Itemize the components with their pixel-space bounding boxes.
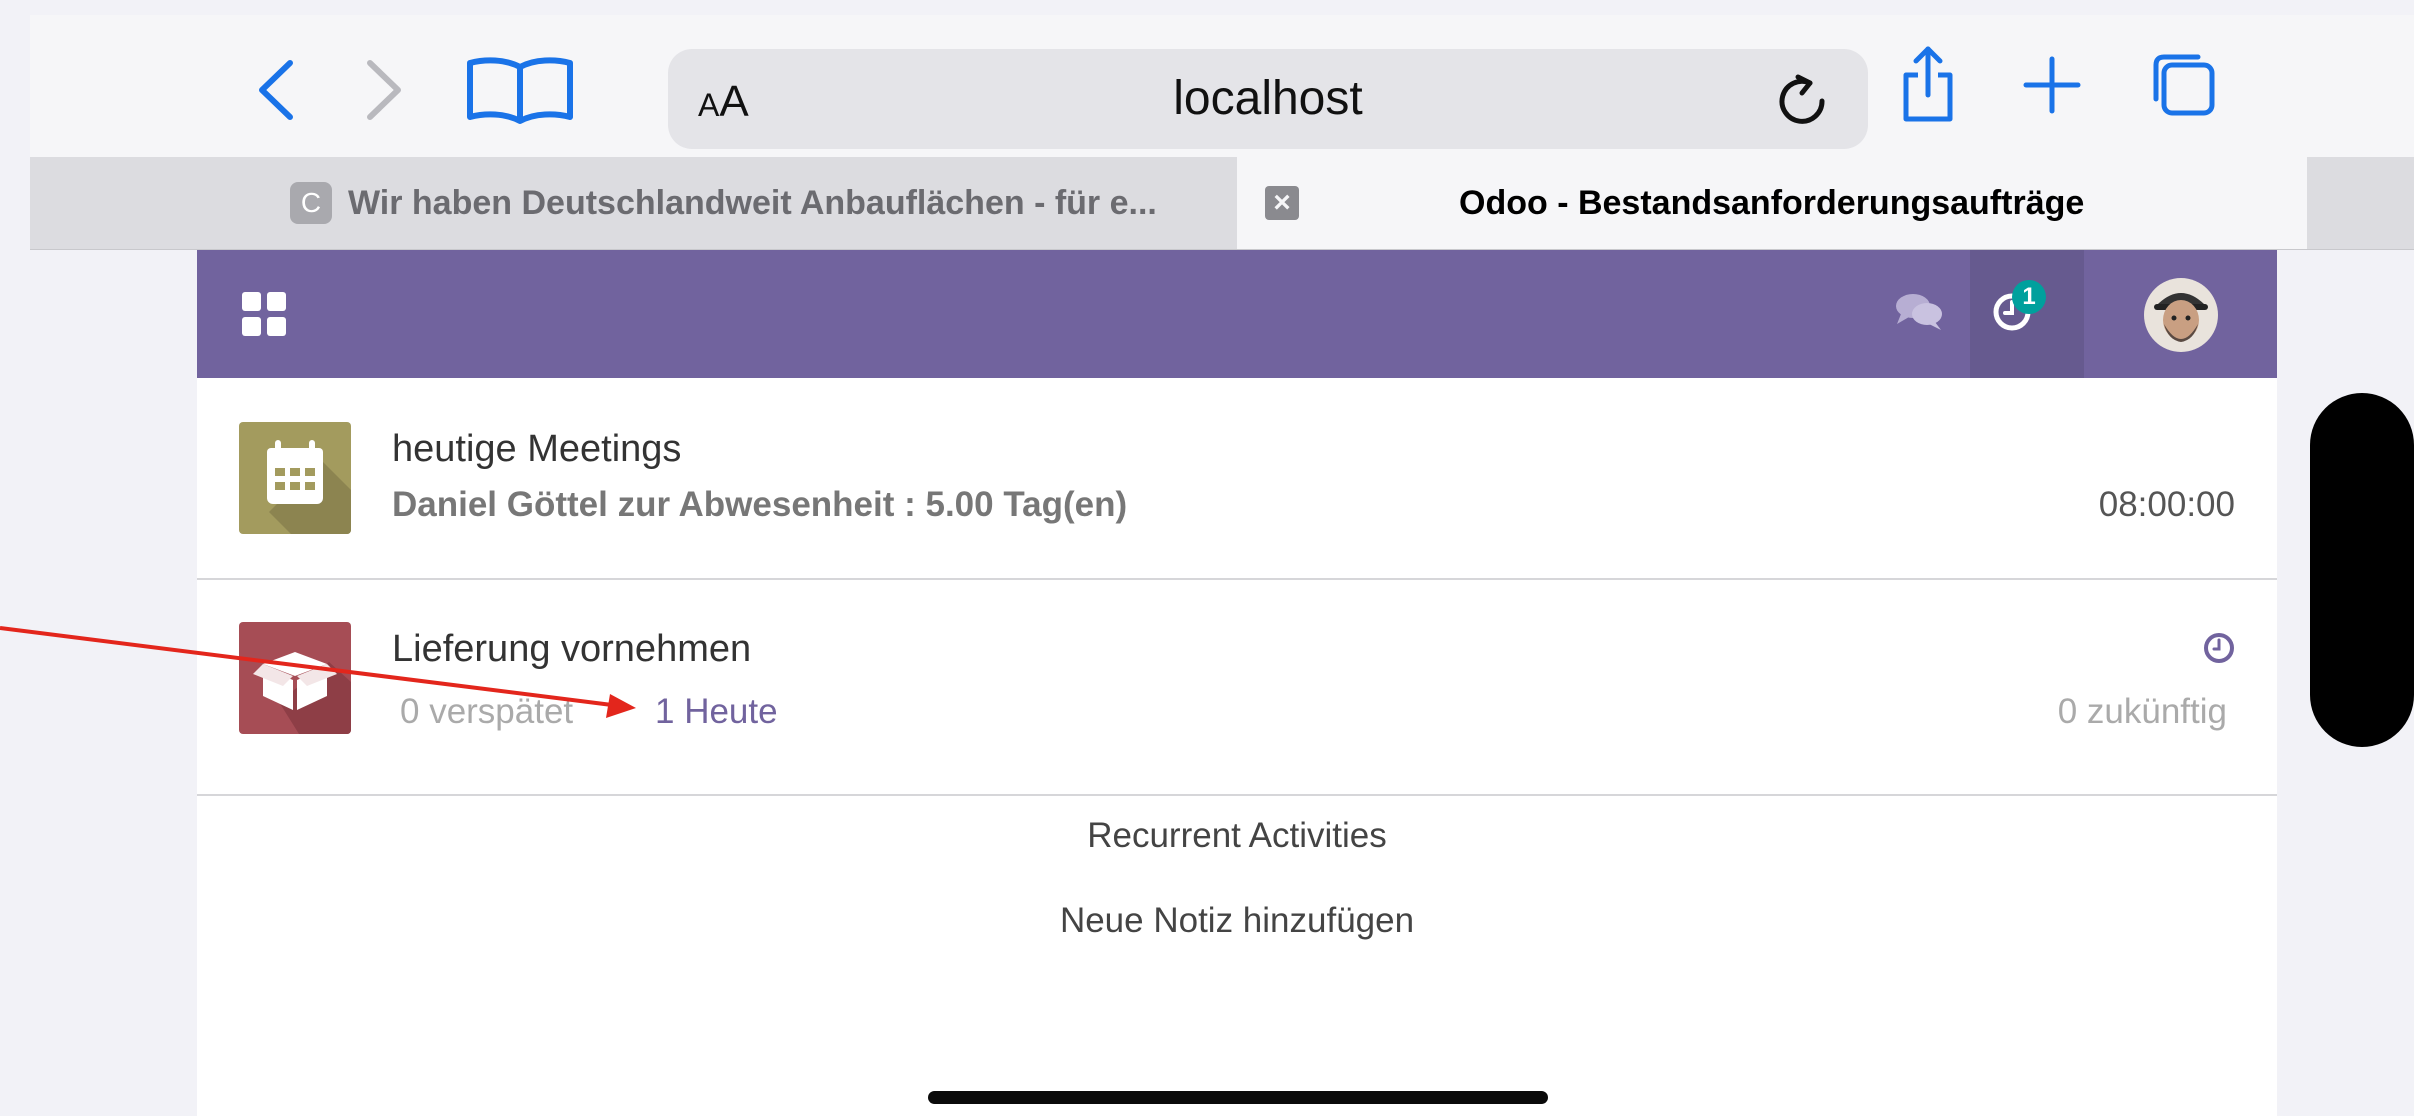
apps-menu-button[interactable] (242, 292, 286, 341)
back-button[interactable] (250, 55, 300, 125)
user-avatar[interactable] (2144, 278, 2218, 352)
bookmarks-button[interactable] (460, 53, 580, 125)
chevron-left-icon (259, 60, 293, 120)
recurrent-activities-link[interactable]: Recurrent Activities (197, 816, 2277, 856)
avatar-image (2144, 278, 2218, 352)
side-overlay-pill (2310, 393, 2414, 747)
tab-title: Wir haben Deutschlandweit Anbauflächen -… (348, 183, 1157, 222)
odoo-navbar: 1 (197, 250, 2277, 378)
tab-bar: C Wir haben Deutschlandweit Anbauflächen… (30, 157, 2414, 250)
reload-button[interactable] (1776, 73, 1828, 134)
activity-item-meetings[interactable]: heutige Meetings Daniel Göttel zur Abwes… (197, 378, 2277, 580)
calendar-icon (239, 422, 351, 534)
browser-toolbar: AA localhost (30, 15, 2414, 157)
chat-icon (1896, 294, 1942, 330)
box-icon (239, 622, 351, 734)
tab-active[interactable]: × Odoo - Bestandsanforderungsaufträge (1237, 157, 2307, 249)
reload-icon (1779, 74, 1825, 124)
activity-title: Lieferung vornehmen (392, 628, 752, 670)
activity-count-badge: 1 (2012, 280, 2046, 314)
book-icon (467, 57, 573, 124)
add-note-link[interactable]: Neue Notiz hinzufügen (197, 901, 2277, 941)
share-button[interactable] (1898, 45, 1958, 125)
app-icon (239, 422, 351, 534)
activity-today-count[interactable]: 1 Heute (655, 692, 778, 732)
activity-late-count[interactable]: 0 verspätet (400, 692, 573, 732)
url-text: localhost (1173, 72, 1363, 125)
tabs-icon (2153, 54, 2215, 116)
tab-title: Odoo - Bestandsanforderungsaufträge (1459, 183, 2085, 222)
activity-menu-button[interactable]: 1 (1970, 250, 2084, 378)
chevron-right-icon (367, 60, 401, 120)
tabs-overview-button[interactable] (2148, 51, 2218, 119)
tab-favicon: C (290, 182, 332, 224)
new-tab-button[interactable] (2022, 55, 2082, 115)
forward-button[interactable] (360, 55, 410, 125)
odoo-app: 1 heutige Meetings Daniel Göttel zur Abw… (197, 250, 2277, 1116)
address-bar[interactable]: AA localhost (668, 49, 1868, 149)
activity-time: 08:00:00 (2098, 485, 2235, 524)
plus-icon (2023, 56, 2081, 114)
activity-title: heutige Meetings (392, 428, 682, 470)
clock-icon (2204, 633, 2234, 663)
messaging-button[interactable] (1895, 292, 1943, 337)
tab-inactive[interactable]: C Wir haben Deutschlandweit Anbauflächen… (30, 157, 1237, 249)
activity-subtitle: Daniel Göttel zur Abwesenheit : 5.00 Tag… (392, 485, 1128, 524)
home-indicator[interactable] (928, 1091, 1548, 1104)
activity-clock-icon (2203, 632, 2235, 669)
close-tab-icon[interactable]: × (1265, 186, 1299, 220)
grid-icon (242, 292, 286, 336)
app-icon (239, 622, 351, 734)
share-icon (1903, 46, 1953, 122)
activity-future-count[interactable]: 0 zukünftig (2058, 692, 2227, 732)
activity-item-delivery[interactable]: Lieferung vornehmen 0 verspätet 1 Heute … (197, 580, 2277, 796)
